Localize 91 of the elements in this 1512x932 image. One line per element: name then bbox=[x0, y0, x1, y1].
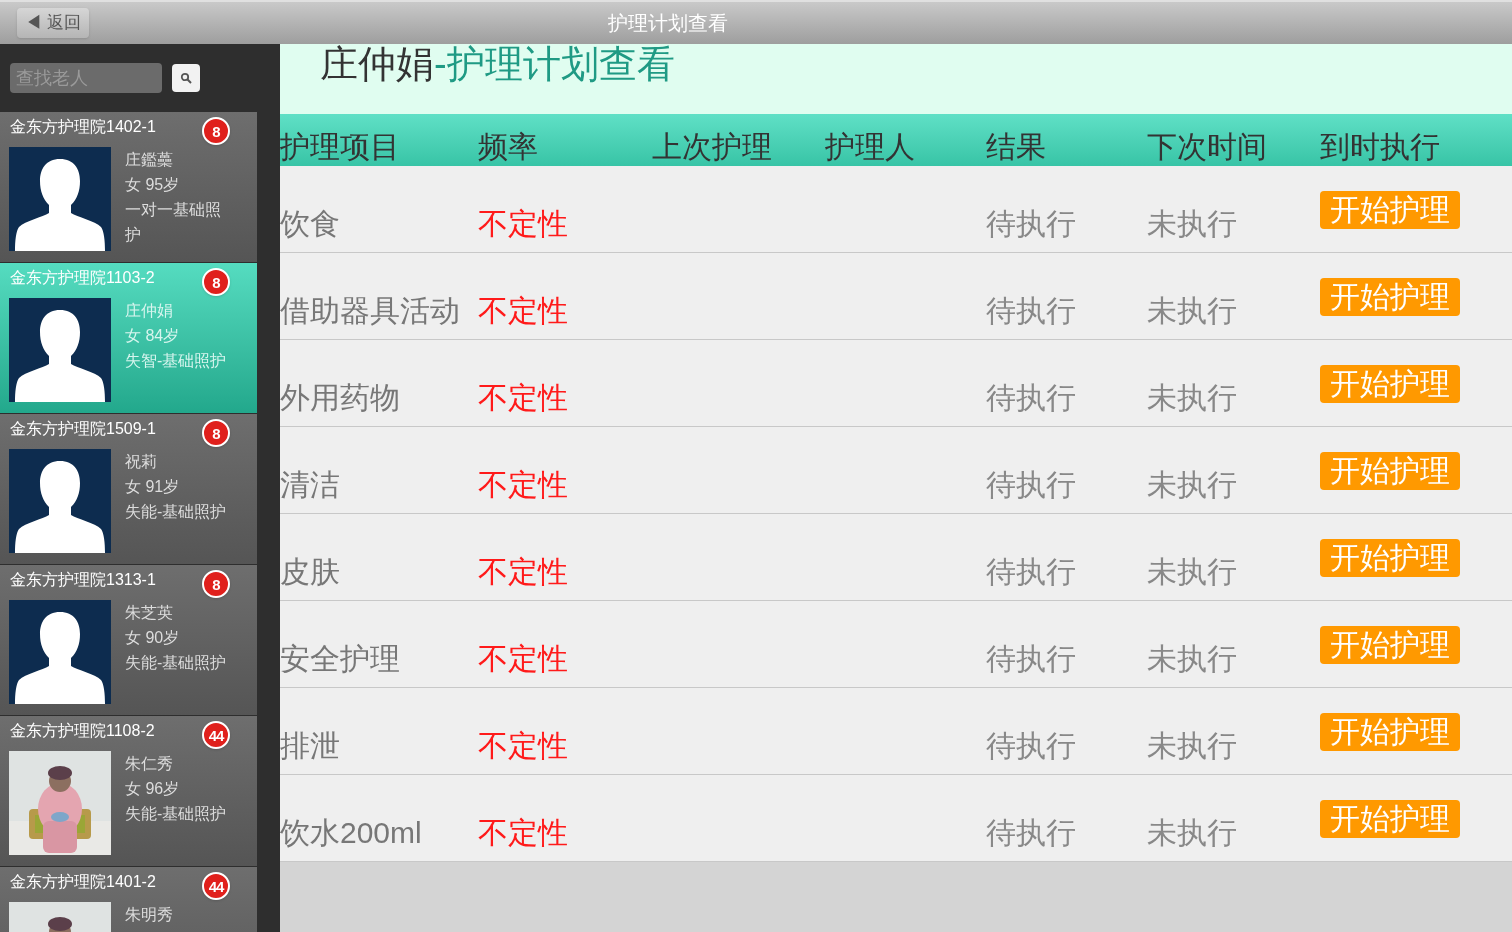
resident-info: 庄仲娟 bbox=[125, 301, 174, 321]
count-badge: 44 bbox=[202, 872, 230, 900]
table-cell: 不定性 bbox=[478, 641, 568, 675]
resident-list-item[interactable]: 金东方护理院1509-1 8 祝莉 女 91岁 失能-基础照护 bbox=[0, 414, 257, 564]
resident-info: 朱仁秀 bbox=[125, 754, 174, 774]
avatar-silhouette-icon bbox=[9, 600, 111, 704]
room-label: 金东方护理院1108-2 bbox=[10, 721, 155, 741]
table-cell: 未执行 bbox=[1147, 728, 1237, 762]
table-cell: 未执行 bbox=[1147, 467, 1237, 501]
resident-list-item[interactable]: 金东方护理院1103-2 8 庄仲娟 女 84岁 失智-基础照护 bbox=[0, 263, 257, 413]
table-cell: 待执行 bbox=[986, 641, 1076, 675]
table-cell: 不定性 bbox=[478, 467, 568, 501]
table-cell: 不定性 bbox=[478, 293, 568, 327]
back-button[interactable]: ◀ 返回 bbox=[17, 8, 89, 38]
start-care-button[interactable]: 开始护理 bbox=[1320, 365, 1460, 403]
table-cell: 外用药物 bbox=[280, 380, 400, 414]
table-cell: 饮食 bbox=[280, 206, 340, 240]
room-label: 金东方护理院1509-1 bbox=[10, 419, 156, 439]
table-cell: 饮水200ml bbox=[280, 815, 422, 849]
start-care-button[interactable]: 开始护理 bbox=[1320, 626, 1460, 664]
patient-name-heading: 庄仲娟 bbox=[320, 44, 434, 86]
start-care-button[interactable]: 开始护理 bbox=[1320, 191, 1460, 229]
table-cell: 不定性 bbox=[478, 728, 568, 762]
avatar-silhouette-icon bbox=[9, 147, 111, 251]
table-cell: 不定性 bbox=[478, 206, 568, 240]
column-header: 护理项目 bbox=[280, 129, 401, 165]
table-cell: 未执行 bbox=[1147, 293, 1237, 327]
resident-list-item[interactable]: 金东方护理院1402-1 8 庄鑑蘽 女 95岁 一对一基础照护 bbox=[0, 112, 257, 262]
search-icon bbox=[180, 72, 192, 84]
resident-info: 失能-基础照护 bbox=[125, 653, 228, 673]
column-header: 下次时间 bbox=[1147, 129, 1268, 165]
count-badge: 8 bbox=[202, 268, 230, 296]
count-badge: 8 bbox=[202, 117, 230, 145]
resident-info: 女 91岁 bbox=[125, 477, 181, 497]
room-label: 金东方护理院1313-1 bbox=[10, 570, 156, 590]
count-badge: 8 bbox=[202, 570, 230, 598]
search-button[interactable] bbox=[172, 64, 200, 92]
table-cell: 待执行 bbox=[986, 728, 1076, 762]
column-header: 结果 bbox=[986, 129, 1047, 165]
table-cell: 不定性 bbox=[478, 554, 568, 588]
room-label: 金东方护理院1401-2 bbox=[10, 872, 156, 892]
room-label: 金东方护理院1402-1 bbox=[10, 117, 156, 137]
table-cell: 未执行 bbox=[1147, 554, 1237, 588]
page-heading: -护理计划查看 bbox=[434, 44, 675, 86]
table-cell: 未执行 bbox=[1147, 815, 1237, 849]
resident-info: 女 96岁 bbox=[125, 779, 181, 799]
count-badge: 44 bbox=[202, 721, 230, 749]
resident-info: 一对一基础照护 bbox=[125, 200, 222, 245]
table-cell: 不定性 bbox=[478, 815, 568, 849]
window-title: 护理计划查看 bbox=[608, 11, 728, 36]
table-cell: 排泄 bbox=[280, 728, 340, 762]
table-cell: 清洁 bbox=[280, 467, 340, 501]
start-care-button[interactable]: 开始护理 bbox=[1320, 713, 1460, 751]
table-cell: 安全护理 bbox=[280, 641, 400, 675]
resident-info: 失能-基础照护 bbox=[125, 502, 228, 522]
table-cell: 待执行 bbox=[986, 293, 1076, 327]
start-care-button[interactable]: 开始护理 bbox=[1320, 800, 1460, 838]
resident-info: 祝莉 bbox=[125, 452, 158, 472]
resident-info: 女 95岁 bbox=[125, 175, 181, 195]
resident-info: 朱明秀 bbox=[125, 905, 174, 925]
column-header: 到时执行 bbox=[1320, 129, 1441, 165]
resident-list-item[interactable]: 金东方护理院1313-1 8 朱芝英 女 90岁 失能-基础照护 bbox=[0, 565, 257, 715]
table-cell: 待执行 bbox=[986, 815, 1076, 849]
resident-info: 朱芝英 bbox=[125, 603, 174, 623]
table-cell: 不定性 bbox=[478, 380, 568, 414]
resident-info: 失能-基础照护 bbox=[125, 804, 228, 824]
column-header: 护理人 bbox=[825, 129, 916, 165]
column-header: 上次护理 bbox=[652, 129, 773, 165]
start-care-button[interactable]: 开始护理 bbox=[1320, 539, 1460, 577]
table-cell: 未执行 bbox=[1147, 641, 1237, 675]
resident-info: 女 84岁 bbox=[125, 326, 181, 346]
resident-info: 女 90岁 bbox=[125, 628, 181, 648]
avatar-silhouette-icon bbox=[9, 449, 111, 553]
resident-list-item[interactable]: 金东方护理院1108-2 44 朱仁秀 女 96岁 失能-基础照护 bbox=[0, 716, 257, 866]
table-cell: 待执行 bbox=[986, 554, 1076, 588]
avatar-silhouette-icon bbox=[9, 298, 111, 402]
room-label: 金东方护理院1103-2 bbox=[10, 268, 155, 288]
table-cell: 待执行 bbox=[986, 380, 1076, 414]
resident-info: 失智-基础照护 bbox=[125, 351, 228, 371]
count-badge: 8 bbox=[202, 419, 230, 447]
table-cell: 皮肤 bbox=[280, 554, 340, 588]
column-header: 频率 bbox=[478, 129, 539, 165]
resident-info: 庄鑑蘽 bbox=[125, 150, 174, 170]
start-care-button[interactable]: 开始护理 bbox=[1320, 452, 1460, 490]
table-cell: 未执行 bbox=[1147, 206, 1237, 240]
resident-list-item[interactable]: 金东方护理院1401-2 44 朱明秀 bbox=[0, 867, 257, 932]
table-cell: 待执行 bbox=[986, 206, 1076, 240]
table-cell: 未执行 bbox=[1147, 380, 1237, 414]
table-cell: 待执行 bbox=[986, 467, 1076, 501]
start-care-button[interactable]: 开始护理 bbox=[1320, 278, 1460, 316]
table-cell: 借助器具活动 bbox=[280, 293, 460, 327]
